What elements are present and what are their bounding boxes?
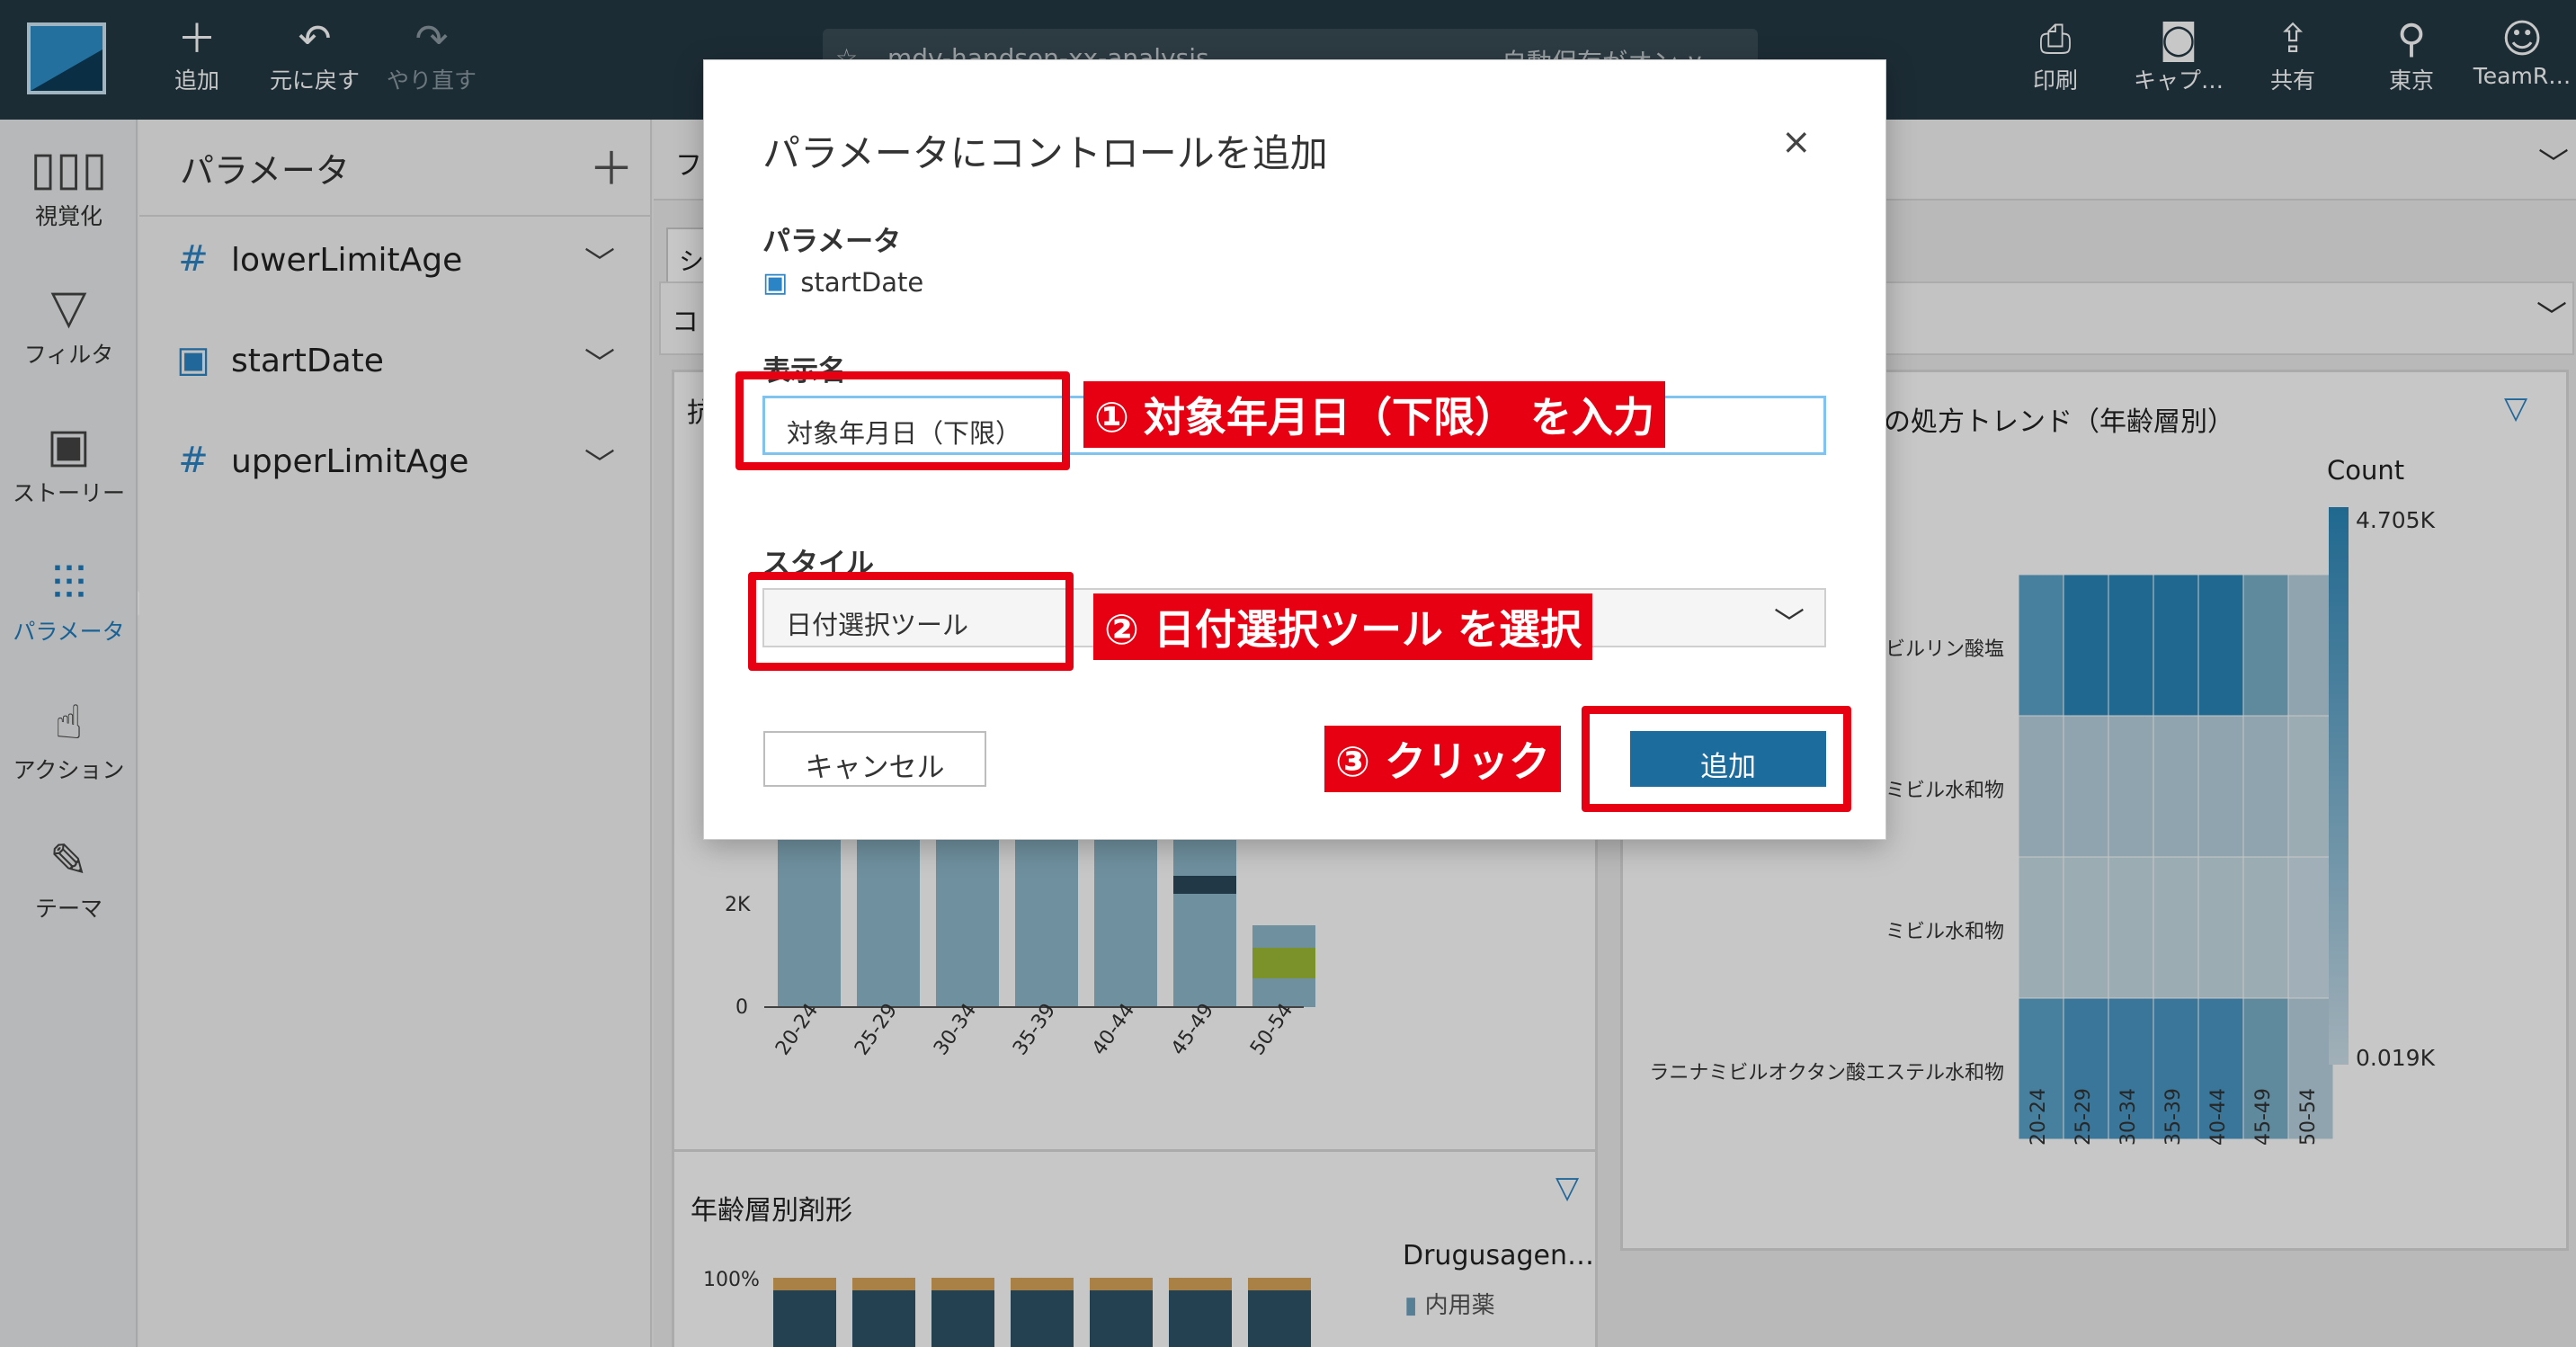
close-icon[interactable]: × [1781,121,1812,163]
cancel-button[interactable]: キャンセル [763,731,986,787]
parameter-value-text: startDate [800,267,924,298]
dialog-title: パラメータにコントロールを追加 [762,131,1328,175]
parameter-value: ▣ startDate [762,267,923,299]
annotation-step3: ③ クリック [1324,726,1561,792]
annotation-box-display-name [735,371,1070,470]
annotation-box-style [748,572,1074,671]
parameter-label: パラメータ [762,226,902,258]
calendar-icon: ▣ [762,267,789,299]
annotation-box-add [1582,706,1851,812]
chevron-down-icon: ﹀ [1774,606,1805,642]
annotation-step1: ① 対象年月日（下限） を入力 [1083,381,1665,448]
cancel-button-label: キャンセル [805,752,945,784]
annotation-step2: ② 日付選択ツール を選択 [1093,593,1592,660]
